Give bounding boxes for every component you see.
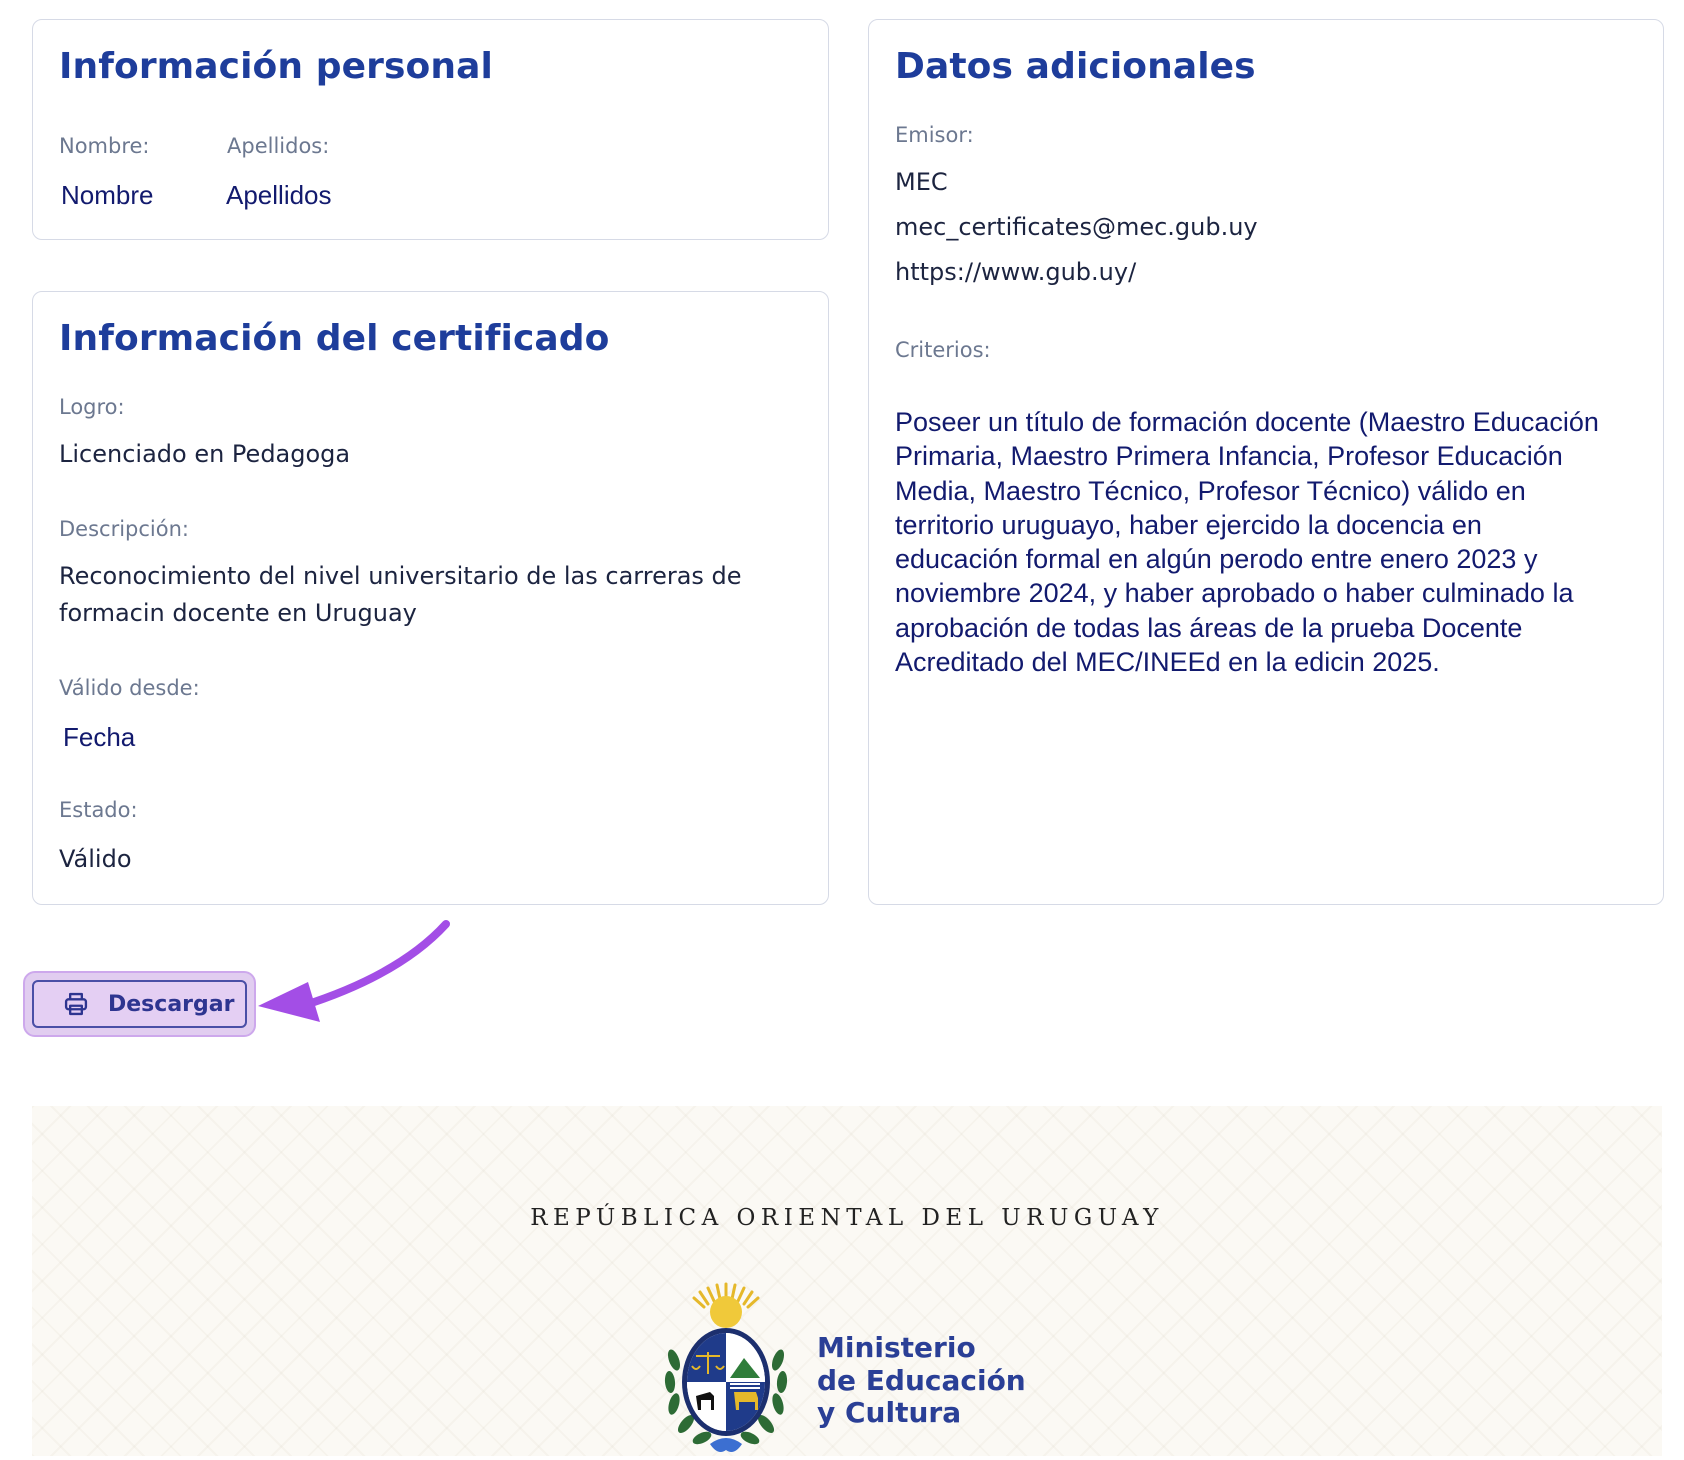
criterios-line: aprobación de todas las áreas de la prue… xyxy=(895,612,1523,643)
download-button-label: Descargar xyxy=(108,991,235,1017)
ministry-line: y Cultura xyxy=(817,1396,962,1429)
criterios-line: Media, Maestro Técnico, Profesor Técnico… xyxy=(895,475,1526,506)
apellidos-label: Apellidos: xyxy=(227,134,330,158)
descripcion-value-line2: formacin docente en Uruguay xyxy=(59,599,417,627)
criterios-line: noviembre 2024, y haber aprobado o haber… xyxy=(895,578,1574,609)
emisor-label: Emisor: xyxy=(895,123,974,147)
nombre-label: Nombre: xyxy=(59,134,150,158)
certificate-info-card: Información del certificado Logro: Licen… xyxy=(32,291,829,905)
apellidos-value: Apellidos xyxy=(226,180,332,210)
descripcion-label: Descripción: xyxy=(59,517,189,541)
footer: REPÚBLICA ORIENTAL DEL URUGUAY Ministeri… xyxy=(32,1106,1662,1456)
criterios-line: territorio uruguayo, haber ejercido la d… xyxy=(895,509,1482,540)
country-name: REPÚBLICA ORIENTAL DEL URUGUAY xyxy=(530,1205,1164,1231)
annotation-arrow-icon xyxy=(258,920,450,1022)
personal-info-title: Información personal xyxy=(59,46,493,87)
coat-of-arms-icon xyxy=(664,1282,788,1452)
logro-value: Licenciado en Pedagoga xyxy=(59,440,351,468)
ministry-line: de Educación xyxy=(817,1363,1026,1397)
nombre-value: Nombre xyxy=(61,180,154,210)
ministry-name: Ministerio de Educación y Cultura xyxy=(817,1331,1026,1430)
download-button[interactable]: Descargar xyxy=(32,980,247,1028)
criterios-line: Poseer un título de formación docente (M… xyxy=(895,407,1599,437)
additional-data-card: Datos adicionales Emisor: MEC mec_certif… xyxy=(868,19,1664,905)
criterios-label: Criterios: xyxy=(895,338,991,362)
logro-label: Logro: xyxy=(59,395,125,419)
estado-label: Estado: xyxy=(59,798,138,822)
criterios-text: Poseer un título de formación docente (M… xyxy=(895,405,1635,679)
emisor-email[interactable]: mec_certificates@mec.gub.uy xyxy=(895,213,1258,241)
valido-desde-label: Válido desde: xyxy=(59,676,200,700)
criterios-line: educación formal en algún perodo entre e… xyxy=(895,544,1538,575)
printer-icon xyxy=(62,990,90,1018)
additional-data-title: Datos adicionales xyxy=(895,46,1256,87)
criterios-line: Acreditado del MEC/INEEd en la edicin 20… xyxy=(895,647,1440,678)
emisor-name: MEC xyxy=(895,168,948,196)
descripcion-value-line1: Reconocimiento del nivel universitario d… xyxy=(59,562,742,590)
personal-info-card: Información personal Nombre: Apellidos: … xyxy=(32,19,829,240)
criterios-line: Primaria, Maestro Primera Infancia, Prof… xyxy=(895,441,1563,472)
certificate-info-title: Información del certificado xyxy=(59,318,610,359)
valido-desde-value: Fecha xyxy=(63,722,136,752)
ministry-line: Ministerio xyxy=(817,1331,976,1364)
estado-value: Válido xyxy=(59,845,132,873)
emisor-url[interactable]: https://www.gub.uy/ xyxy=(895,258,1136,286)
